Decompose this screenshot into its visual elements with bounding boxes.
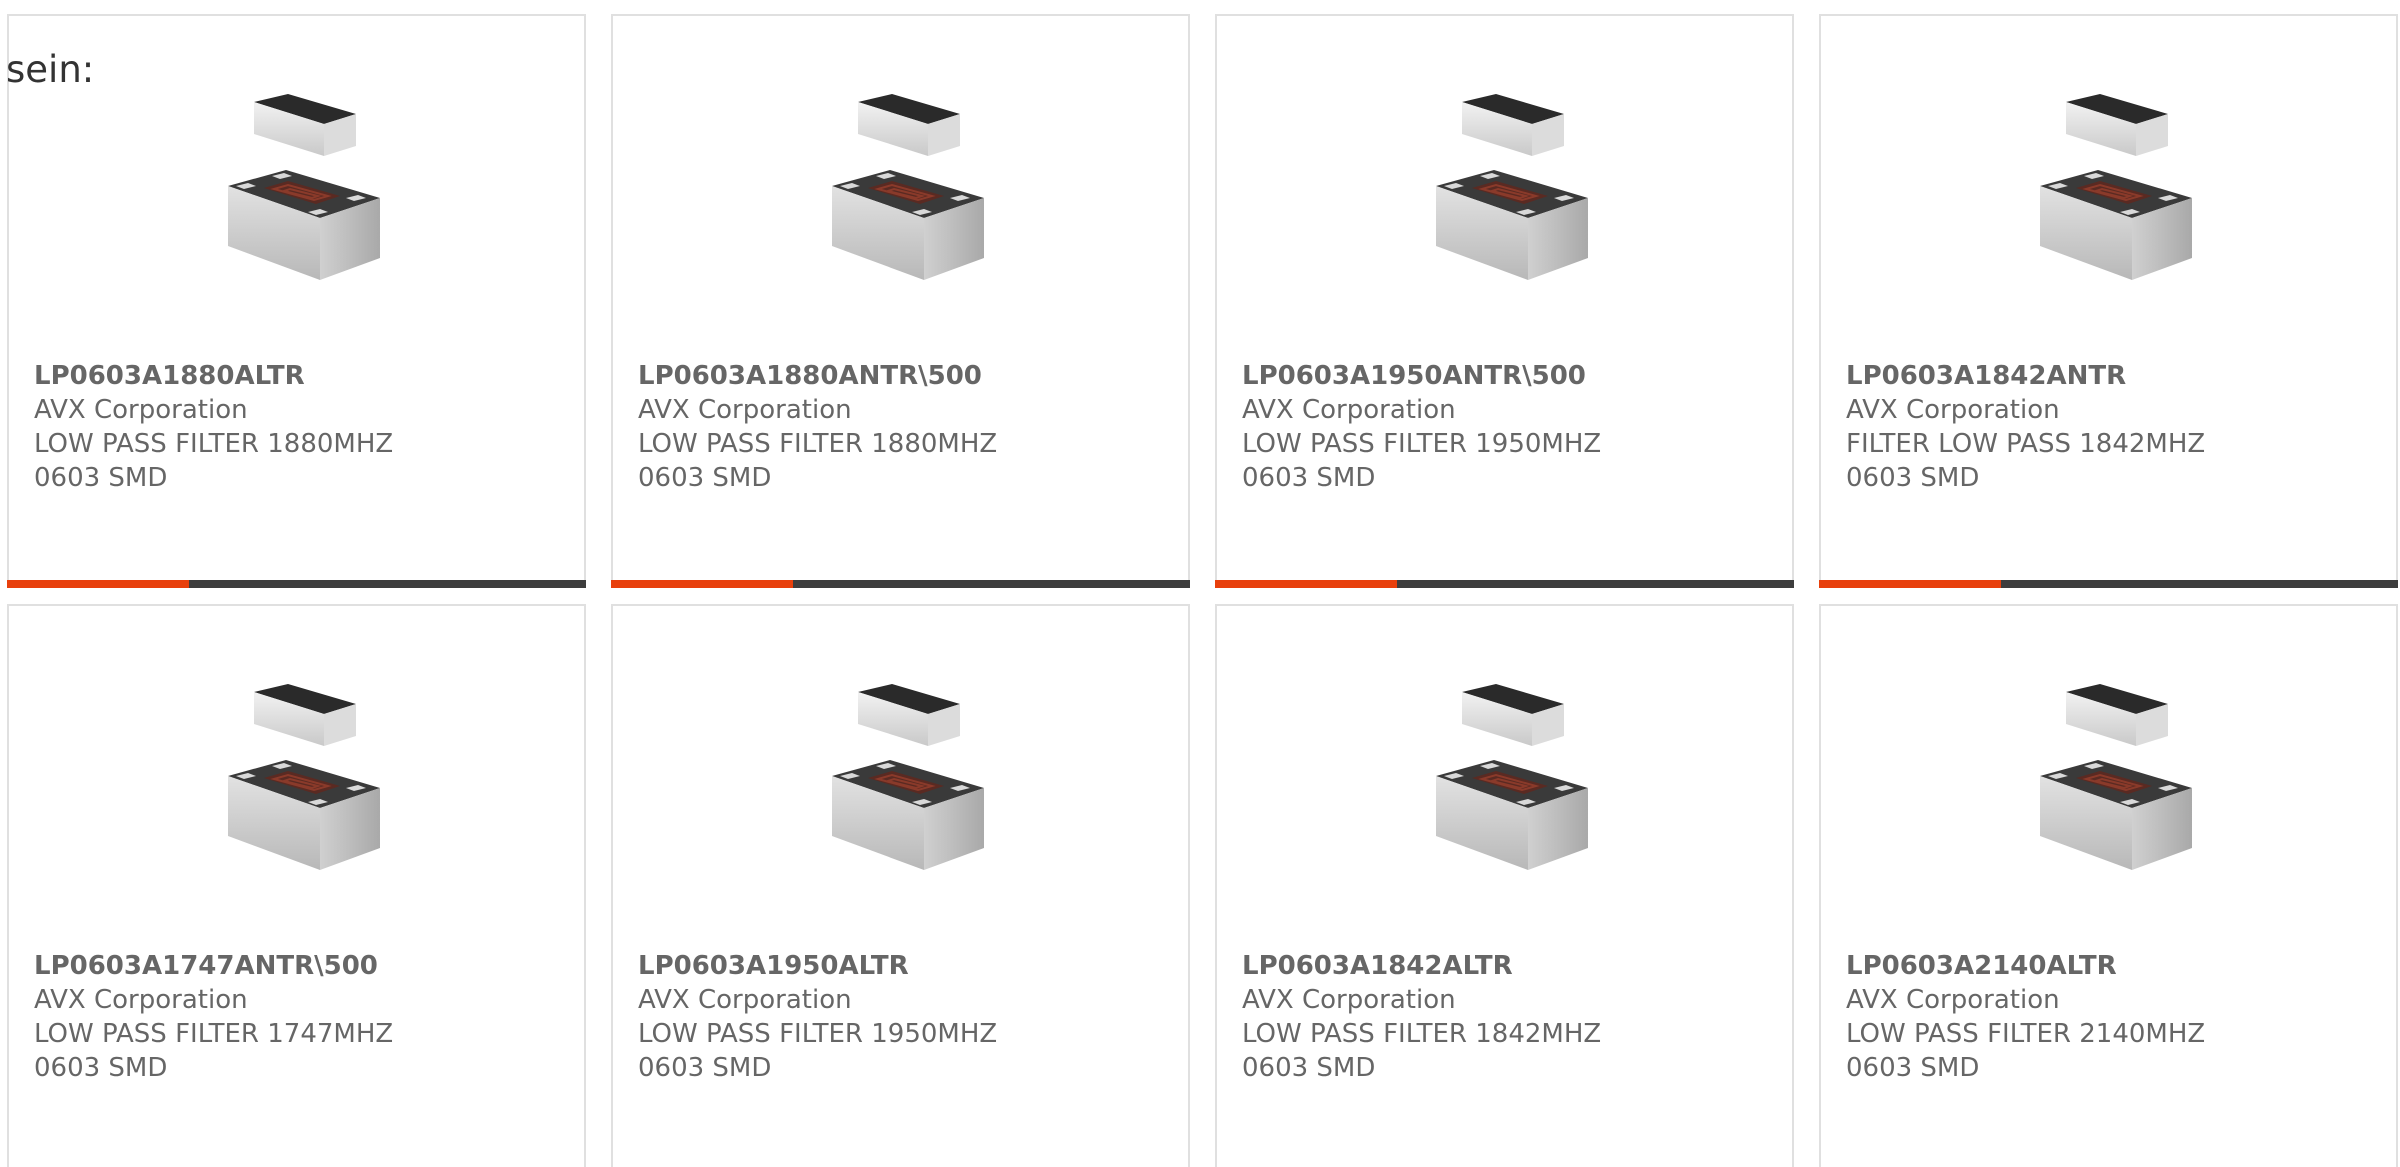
- package-type: 0603 SMD: [638, 1053, 772, 1083]
- product-card[interactable]: LP0603A1880ALTR AVX Corporation LOW PASS…: [7, 14, 586, 588]
- manufacturer: AVX Corporation: [1242, 985, 1456, 1015]
- smd-filter-component-icon[interactable]: [1404, 678, 1606, 878]
- product-info: LP0603A1842ALTR AVX Corporation LOW PASS…: [1242, 949, 1782, 1085]
- product-card[interactable]: LP0603A2140ALTR AVX Corporation LOW PASS…: [1819, 604, 2398, 1167]
- product-description: LOW PASS FILTER 1842MHZ: [1242, 1019, 1602, 1049]
- product-info: LP0603A1950ANTR\500 AVX Corporation LOW …: [1242, 359, 1782, 495]
- card-progress-accent: [7, 580, 189, 588]
- part-number-link[interactable]: LP0603A2140ALTR: [1846, 949, 2386, 983]
- product-description: LOW PASS FILTER 1950MHZ: [1242, 429, 1602, 459]
- product-description: LOW PASS FILTER 1950MHZ: [638, 1019, 998, 1049]
- product-grid: LP0603A1880ALTR AVX Corporation LOW PASS…: [0, 0, 2400, 1167]
- smd-filter-component-icon[interactable]: [800, 678, 1002, 878]
- part-number-link[interactable]: LP0603A1950ALTR: [638, 949, 1178, 983]
- part-number-link[interactable]: LP0603A1950ANTR\500: [1242, 359, 1782, 393]
- package-type: 0603 SMD: [34, 1053, 168, 1083]
- manufacturer: AVX Corporation: [34, 985, 248, 1015]
- product-description: LOW PASS FILTER 1880MHZ: [34, 429, 394, 459]
- package-type: 0603 SMD: [1846, 463, 1980, 493]
- card-progress-bar: [1819, 580, 2398, 588]
- manufacturer: AVX Corporation: [638, 395, 852, 425]
- product-info: LP0603A1842ANTR AVX Corporation FILTER L…: [1846, 359, 2386, 495]
- product-card[interactable]: LP0603A1950ALTR AVX Corporation LOW PASS…: [611, 604, 1190, 1167]
- part-number-link[interactable]: LP0603A1880ALTR: [34, 359, 574, 393]
- manufacturer: AVX Corporation: [1242, 395, 1456, 425]
- package-type: 0603 SMD: [34, 463, 168, 493]
- package-type: 0603 SMD: [1242, 463, 1376, 493]
- product-info: LP0603A1880ANTR\500 AVX Corporation LOW …: [638, 359, 1178, 495]
- part-number-link[interactable]: LP0603A1842ALTR: [1242, 949, 1782, 983]
- product-info: LP0603A1880ALTR AVX Corporation LOW PASS…: [34, 359, 574, 495]
- manufacturer: AVX Corporation: [1846, 395, 2060, 425]
- manufacturer: AVX Corporation: [638, 985, 852, 1015]
- product-info: LP0603A1747ANTR\500 AVX Corporation LOW …: [34, 949, 574, 1085]
- smd-filter-component-icon[interactable]: [196, 678, 398, 878]
- smd-filter-component-icon[interactable]: [2008, 678, 2210, 878]
- product-description: LOW PASS FILTER 1880MHZ: [638, 429, 998, 459]
- package-type: 0603 SMD: [1846, 1053, 1980, 1083]
- package-type: 0603 SMD: [1242, 1053, 1376, 1083]
- product-card[interactable]: LP0603A1842ANTR AVX Corporation FILTER L…: [1819, 14, 2398, 588]
- card-progress-bar: [7, 580, 586, 588]
- part-number-link[interactable]: LP0603A1747ANTR\500: [34, 949, 574, 983]
- intro-text: sein:: [6, 48, 95, 91]
- package-type: 0603 SMD: [638, 463, 772, 493]
- smd-filter-component-icon[interactable]: [196, 88, 398, 288]
- product-info: LP0603A1950ALTR AVX Corporation LOW PASS…: [638, 949, 1178, 1085]
- product-info: LP0603A2140ALTR AVX Corporation LOW PASS…: [1846, 949, 2386, 1085]
- product-card[interactable]: LP0603A1950ANTR\500 AVX Corporation LOW …: [1215, 14, 1794, 588]
- smd-filter-component-icon[interactable]: [800, 88, 1002, 288]
- card-progress-bar: [611, 580, 1190, 588]
- product-description: LOW PASS FILTER 2140MHZ: [1846, 1019, 2206, 1049]
- manufacturer: AVX Corporation: [1846, 985, 2060, 1015]
- smd-filter-component-icon[interactable]: [1404, 88, 1606, 288]
- product-card[interactable]: LP0603A1747ANTR\500 AVX Corporation LOW …: [7, 604, 586, 1167]
- product-card[interactable]: LP0603A1880ANTR\500 AVX Corporation LOW …: [611, 14, 1190, 588]
- manufacturer: AVX Corporation: [34, 395, 248, 425]
- card-progress-accent: [1215, 580, 1397, 588]
- product-description: LOW PASS FILTER 1747MHZ: [34, 1019, 394, 1049]
- card-progress-bar: [1215, 580, 1794, 588]
- part-number-link[interactable]: LP0603A1842ANTR: [1846, 359, 2386, 393]
- product-description: FILTER LOW PASS 1842MHZ: [1846, 429, 2206, 459]
- part-number-link[interactable]: LP0603A1880ANTR\500: [638, 359, 1178, 393]
- product-card[interactable]: LP0603A1842ALTR AVX Corporation LOW PASS…: [1215, 604, 1794, 1167]
- product-grid-page: sein: LP0603A1880ALTR AVX Corporation LO…: [0, 0, 2400, 1167]
- card-progress-accent: [1819, 580, 2001, 588]
- smd-filter-component-icon[interactable]: [2008, 88, 2210, 288]
- card-progress-accent: [611, 580, 793, 588]
